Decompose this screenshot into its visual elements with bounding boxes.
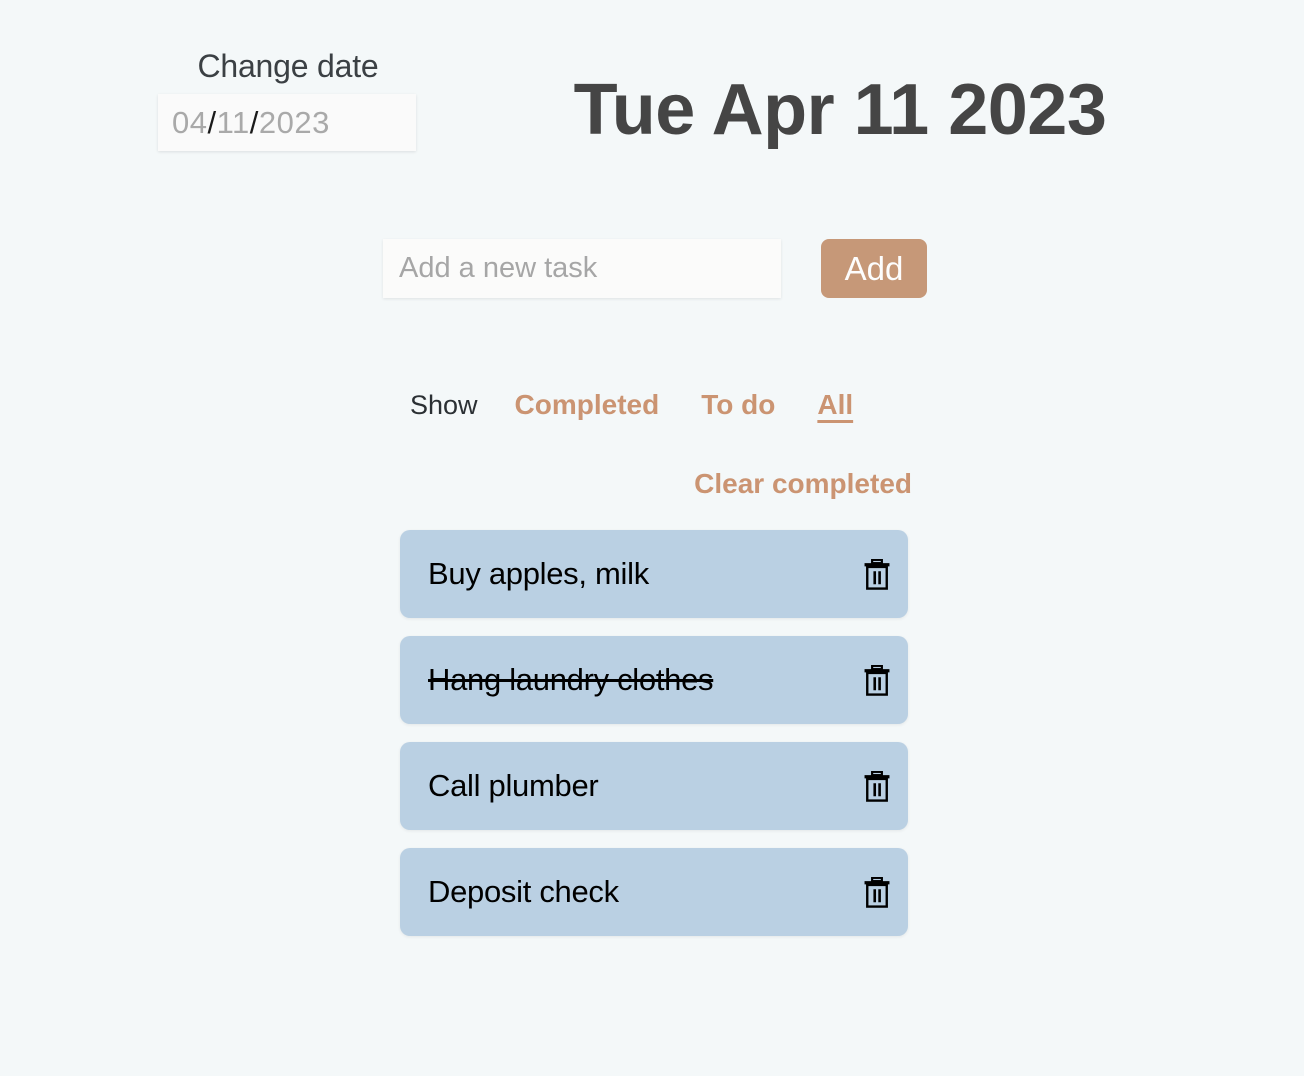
task-list: Buy apples, milk Hang laundry clothes Ca… [400, 530, 908, 954]
filter-all[interactable]: All [817, 389, 853, 421]
delete-task-button[interactable] [846, 530, 908, 618]
filter-row: Show Completed To do All [410, 389, 853, 421]
delete-task-button[interactable] [846, 848, 908, 936]
new-task-input[interactable] [383, 239, 781, 298]
task-row[interactable]: Hang laundry clothes [400, 636, 908, 724]
task-label: Call plumber [428, 768, 599, 803]
date-input-year: 2023 [258, 105, 330, 140]
date-picker-group: Change date 04/11/2023 [158, 44, 418, 151]
trash-icon [864, 664, 890, 696]
add-task-row: Add [383, 239, 927, 298]
task-label: Deposit check [428, 874, 619, 909]
page-title: Tue Apr 11 2023 [573, 70, 1107, 150]
date-input[interactable]: 04/11/2023 [158, 94, 416, 151]
trash-icon [864, 558, 890, 590]
date-input-month: 04 [172, 105, 208, 140]
task-label: Hang laundry clothes [428, 662, 714, 697]
show-label: Show [410, 390, 478, 420]
date-input-day: 11 [216, 105, 250, 140]
task-row[interactable]: Call plumber [400, 742, 908, 830]
date-input-separator-1: / [207, 105, 217, 140]
delete-task-button[interactable] [846, 742, 908, 830]
trash-icon [864, 770, 890, 802]
task-row[interactable]: Buy apples, milk [400, 530, 908, 618]
task-label: Buy apples, milk [428, 556, 649, 591]
clear-completed-button[interactable]: Clear completed [400, 468, 912, 500]
filter-completed[interactable]: Completed [515, 389, 660, 421]
trash-icon [864, 876, 890, 908]
task-row[interactable]: Deposit check [400, 848, 908, 936]
todo-app-page: Change date 04/11/2023 Tue Apr 11 2023 A… [0, 0, 1304, 1076]
page-header: Change date 04/11/2023 Tue Apr 11 2023 [0, 0, 1304, 200]
add-task-button[interactable]: Add [821, 239, 927, 298]
delete-task-button[interactable] [846, 636, 908, 724]
filter-todo[interactable]: To do [701, 389, 775, 421]
change-date-label: Change date [197, 48, 379, 84]
date-input-separator-2: / [249, 105, 259, 140]
